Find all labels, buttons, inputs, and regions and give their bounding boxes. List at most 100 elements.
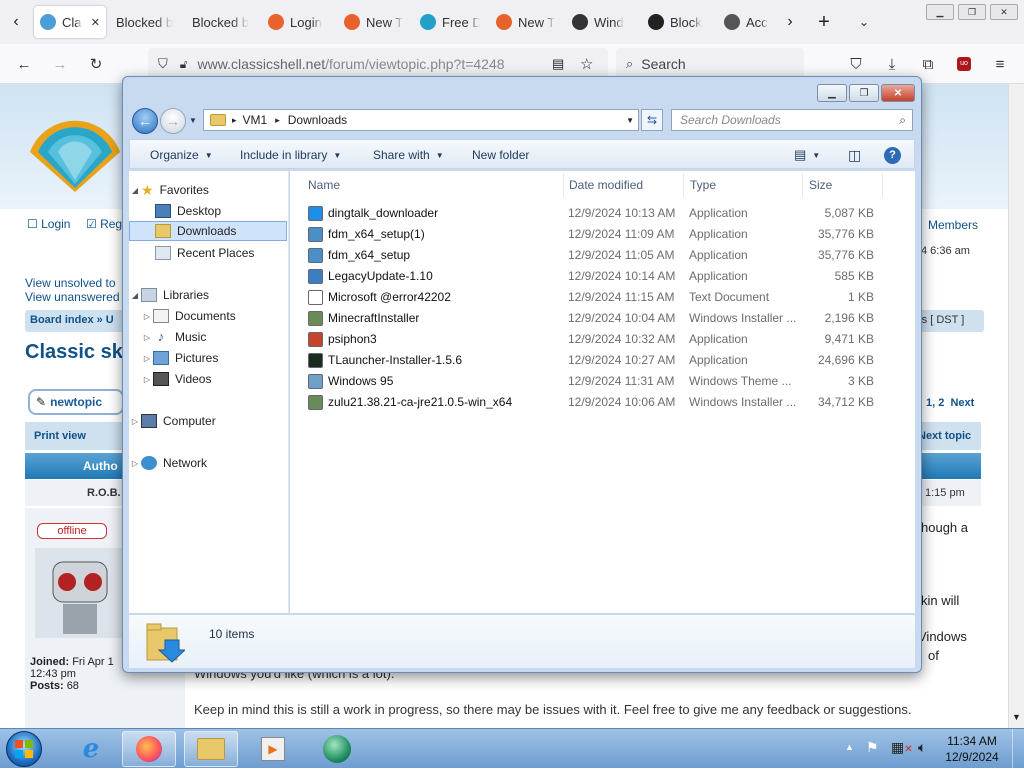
topic-title[interactable]: Classic sk: [25, 341, 123, 364]
file-row[interactable]: fdm_x64_setup(1) 12/9/2024 11:09 AM Applic…: [290, 224, 890, 245]
browser-tab[interactable]: Login: [262, 6, 334, 38]
view-options-icon[interactable]: ▤ ▼: [794, 140, 820, 170]
column-header-date[interactable]: Date modified: [563, 173, 684, 197]
register-link[interactable]: ☑ Reg: [86, 217, 122, 231]
menu-icon[interactable]: ≡: [986, 50, 1014, 78]
nav-videos[interactable]: ▷ Videos: [129, 369, 287, 389]
list-all-tabs-button[interactable]: ⌄: [850, 8, 878, 36]
file-row[interactable]: MinecraftInstaller 12/9/2024 10:04 AM Wind…: [290, 308, 890, 329]
reader-view-icon[interactable]: ▤: [552, 56, 564, 72]
reload-button[interactable]: ↻: [82, 50, 110, 78]
file-row[interactable]: psiphon3 12/9/2024 10:32 AM Application 9,4…: [290, 329, 890, 350]
members-link[interactable]: Members: [928, 218, 978, 232]
browser-tab[interactable]: New T: [338, 6, 410, 38]
browser-tab[interactable]: Acce: [718, 6, 774, 38]
media-player-taskbar-button[interactable]: ▶: [246, 731, 300, 767]
nav-favorites[interactable]: ◢ ★ Favorites: [129, 180, 287, 200]
column-header-name[interactable]: Name: [302, 173, 564, 197]
unanswered-link[interactable]: View unanswered: [25, 290, 120, 304]
file-row[interactable]: fdm_x64_setup 12/9/2024 11:05 AM Applicati…: [290, 245, 890, 266]
file-row[interactable]: dingtalk_downloader 12/9/2024 10:13 AM App…: [290, 203, 890, 224]
start-button[interactable]: [6, 731, 42, 767]
post-author-name[interactable]: R.O.B.: [87, 487, 121, 499]
browser-tab[interactable]: Block: [642, 6, 714, 38]
extensions-icon[interactable]: ⧉: [914, 50, 942, 78]
browser-restore-button[interactable]: ❐: [958, 4, 986, 20]
file-row[interactable]: zulu21.38.21-ca-jre21.0.5-win_x64 12/9/20…: [290, 392, 890, 413]
search-downloads-input[interactable]: Search Downloads ⌕: [671, 109, 913, 131]
file-row[interactable]: LegacyUpdate-1.10 12/9/2024 10:14 AM Appli…: [290, 266, 890, 287]
browser-tab[interactable]: New T: [490, 6, 562, 38]
maximize-button[interactable]: ❐: [849, 84, 879, 102]
new-topic-button[interactable]: ✎ newtopic: [28, 389, 124, 415]
browser-close-button[interactable]: ✕: [990, 4, 1018, 20]
file-row[interactable]: Windows 95 12/9/2024 11:31 AM Windows Them…: [290, 371, 890, 392]
new-folder-button[interactable]: New folder: [472, 140, 529, 170]
ublock-icon[interactable]: uo: [950, 50, 978, 78]
nav-computer[interactable]: ▷ Computer: [129, 411, 287, 431]
page-scrollbar[interactable]: ▼: [1008, 84, 1024, 728]
browser-tab[interactable]: Cla ✕: [34, 6, 106, 38]
file-row[interactable]: TLauncher-Installer-1.5.6 12/9/2024 10:27…: [290, 350, 890, 371]
new-tab-button[interactable]: +: [810, 8, 838, 36]
explorer-taskbar-button[interactable]: [184, 731, 238, 767]
lock-icon[interactable]: 🔓︎: [180, 57, 188, 72]
speaker-icon[interactable]: 🔈︎: [918, 739, 926, 756]
breadcrumb-vm1[interactable]: VM1: [243, 113, 268, 127]
back-arrow-icon[interactable]: ←: [132, 108, 158, 134]
column-header-size[interactable]: Size: [803, 173, 883, 197]
back-button[interactable]: ←: [10, 50, 38, 78]
file-row[interactable]: Microsoft @error42202 12/9/2024 11:15 AM T…: [290, 287, 890, 308]
nav-downloads[interactable]: Downloads: [129, 221, 287, 241]
nav-pictures[interactable]: ▷ Pictures: [129, 348, 287, 368]
help-icon[interactable]: ?: [884, 140, 901, 170]
refresh-icon[interactable]: ⇆: [641, 109, 663, 131]
explorer-title-bar[interactable]: ▁ ❐ ✕: [123, 77, 921, 107]
browser-tab[interactable]: Wind: [566, 6, 638, 38]
nav-network[interactable]: ▷ Network: [129, 453, 287, 473]
browser-tab[interactable]: Blocked b: [110, 6, 182, 38]
scroll-down-icon[interactable]: ▼: [1012, 712, 1021, 722]
nav-libraries[interactable]: ◢ Libraries: [129, 285, 287, 305]
nav-music[interactable]: ▷ ♪ Music: [129, 327, 287, 347]
nav-recent-places[interactable]: Recent Places: [129, 243, 287, 263]
next-topic-link[interactable]: Next topic: [918, 430, 971, 442]
close-button[interactable]: ✕: [881, 84, 915, 102]
firefox-taskbar-button[interactable]: [122, 731, 176, 767]
unsolved-link[interactable]: View unsolved to: [25, 276, 116, 290]
tab-scroll-right-icon[interactable]: ›: [776, 8, 804, 36]
internet-explorer-taskbar-button[interactable]: e: [64, 731, 118, 767]
include-in-library-menu[interactable]: Include in library ▼: [240, 140, 341, 170]
share-with-menu[interactable]: Share with ▼: [373, 140, 444, 170]
column-header-type[interactable]: Type: [684, 173, 803, 197]
browser-tab[interactable]: Blocked b: [186, 6, 258, 38]
forward-arrow-icon[interactable]: →: [160, 108, 186, 134]
downloads-icon[interactable]: ⤓: [878, 50, 906, 78]
show-desktop-button[interactable]: [1012, 729, 1024, 769]
login-link[interactable]: ☐ Login: [27, 217, 70, 231]
bookmark-star-icon[interactable]: ☆: [580, 55, 593, 73]
shield-icon[interactable]: ⛉: [158, 56, 168, 72]
board-index-link[interactable]: Board index » U: [30, 314, 114, 326]
show-hidden-icons-icon[interactable]: ▲: [845, 742, 854, 752]
action-center-icon[interactable]: ⚑: [866, 739, 879, 756]
breadcrumb-downloads[interactable]: Downloads: [288, 113, 347, 127]
network-status-icon[interactable]: ▦✕: [891, 739, 913, 756]
app-taskbar-button[interactable]: [310, 731, 364, 767]
print-view-link[interactable]: Print view: [34, 430, 86, 442]
clock[interactable]: 11:34 AM 12/9/2024: [940, 733, 1004, 765]
pagination[interactable]: 1, 2 Next: [926, 397, 974, 409]
minimize-button[interactable]: ▁: [817, 84, 847, 102]
preview-pane-icon[interactable]: ◫: [848, 140, 861, 170]
organize-menu[interactable]: Organize ▼: [150, 140, 213, 170]
browser-minimize-button[interactable]: ▁: [926, 4, 954, 20]
recent-pages-chevron-icon[interactable]: ▼: [189, 116, 197, 125]
close-tab-icon[interactable]: ✕: [87, 16, 100, 29]
tab-scroll-left-icon[interactable]: ‹: [2, 8, 30, 36]
browser-tab[interactable]: Free D: [414, 6, 486, 38]
nav-desktop[interactable]: Desktop: [129, 201, 287, 221]
forward-button[interactable]: →: [46, 50, 74, 78]
address-bar[interactable]: ▸ VM1 ▸ Downloads ▼: [203, 109, 639, 131]
nav-documents[interactable]: ▷ Documents: [129, 306, 287, 326]
pocket-icon[interactable]: ⛉: [842, 50, 870, 78]
